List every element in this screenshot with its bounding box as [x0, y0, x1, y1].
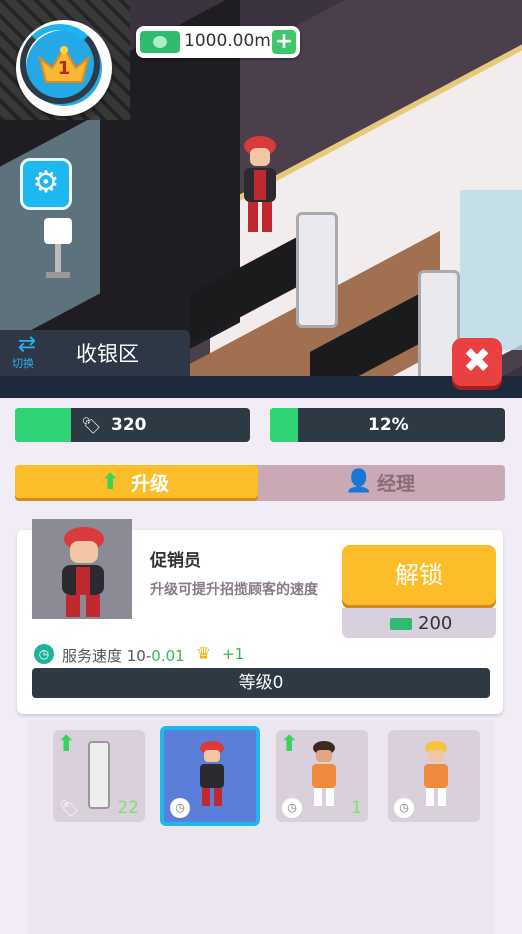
player-level-badge[interactable]: 1	[16, 20, 112, 116]
tag-progress-value: 320	[111, 415, 147, 435]
tab-upgrade[interactable]: ⬆ 升级	[15, 465, 258, 498]
roster-slot-clerk[interactable]: ◷	[388, 730, 480, 822]
staff-portrait	[32, 519, 132, 619]
speed-gauge-icon: ◷	[394, 798, 414, 818]
staff-level-bar: 等级0	[32, 668, 490, 698]
roster-slot-security-gate[interactable]: ⬆ 🏷 22	[53, 730, 145, 822]
upgrade-arrow-icon: ⬆	[280, 732, 299, 757]
close-button[interactable]: ✖	[452, 338, 502, 386]
tag-progress-bar: 🏷 320	[15, 408, 250, 442]
percent-progress-value: 12%	[368, 415, 409, 435]
promoter-avatar	[62, 527, 104, 617]
service-speed-stat: 服务速度 10-0.01	[62, 645, 185, 666]
settings-button[interactable]: ⚙	[20, 158, 72, 210]
roster-slot-cashier[interactable]: ⬆ ◷ 1	[276, 730, 368, 822]
cash-icon	[140, 31, 180, 53]
crown-bonus: +1	[222, 645, 245, 663]
tag-progress-fill	[15, 408, 72, 442]
percent-progress-bar: 12%	[270, 408, 505, 442]
player-level-number: 1	[57, 58, 71, 79]
money-counter: 1000.00m +	[136, 26, 300, 58]
tab-bar: ⬆ 升级 👤 经理	[15, 465, 505, 501]
glass-panel	[460, 190, 522, 350]
staff-name: 促销员	[150, 551, 201, 571]
gear-icon: ⚙	[32, 165, 60, 200]
switch-label[interactable]: 切换	[12, 355, 34, 371]
add-money-button[interactable]: +	[272, 30, 296, 54]
price-tag-icon: 🏷	[59, 799, 80, 818]
promoter-icon	[200, 741, 224, 806]
unlock-price-value: 200	[418, 613, 453, 634]
switch-arrows-icon[interactable]: ⇄	[12, 334, 42, 356]
percent-progress-fill	[270, 408, 299, 442]
cash-icon	[390, 618, 412, 630]
person-icon: 👤	[345, 469, 373, 494]
tab-manager-label: 经理	[377, 473, 416, 495]
panel-top-band	[0, 376, 522, 400]
upgrade-arrow-icon: ⬆	[57, 732, 76, 757]
roster-count: 1	[351, 798, 362, 818]
service-speed-label: 服务速度 10-	[62, 647, 152, 665]
security-gate[interactable]	[296, 212, 338, 328]
clerk-icon	[424, 741, 448, 806]
unlock-price: 200	[342, 608, 496, 638]
service-speed-delta: 0.01	[151, 647, 185, 665]
speed-gauge-icon: ◷	[282, 798, 302, 818]
security-gate-icon	[88, 741, 110, 809]
roster-count: 22	[117, 798, 139, 818]
speed-gauge-icon: ◷	[34, 644, 54, 664]
crown-icon: ♛	[196, 644, 212, 664]
cashier-icon	[312, 741, 336, 806]
mannequin	[44, 218, 72, 278]
money-amount: 1000.00m	[184, 31, 271, 51]
zone-title: 收银区	[76, 342, 139, 366]
unlock-button[interactable]: 解锁	[342, 545, 496, 605]
promoter-character[interactable]	[236, 132, 284, 242]
price-tag-icon: 🏷	[81, 416, 102, 435]
roster-slot-promoter[interactable]: ◷	[160, 726, 260, 826]
tab-upgrade-label: 升级	[131, 473, 170, 495]
speed-gauge-icon: ◷	[170, 798, 190, 818]
up-arrow-icon: ⬆	[101, 470, 120, 495]
staff-description: 升级可提升招揽顾客的速度	[150, 582, 318, 598]
